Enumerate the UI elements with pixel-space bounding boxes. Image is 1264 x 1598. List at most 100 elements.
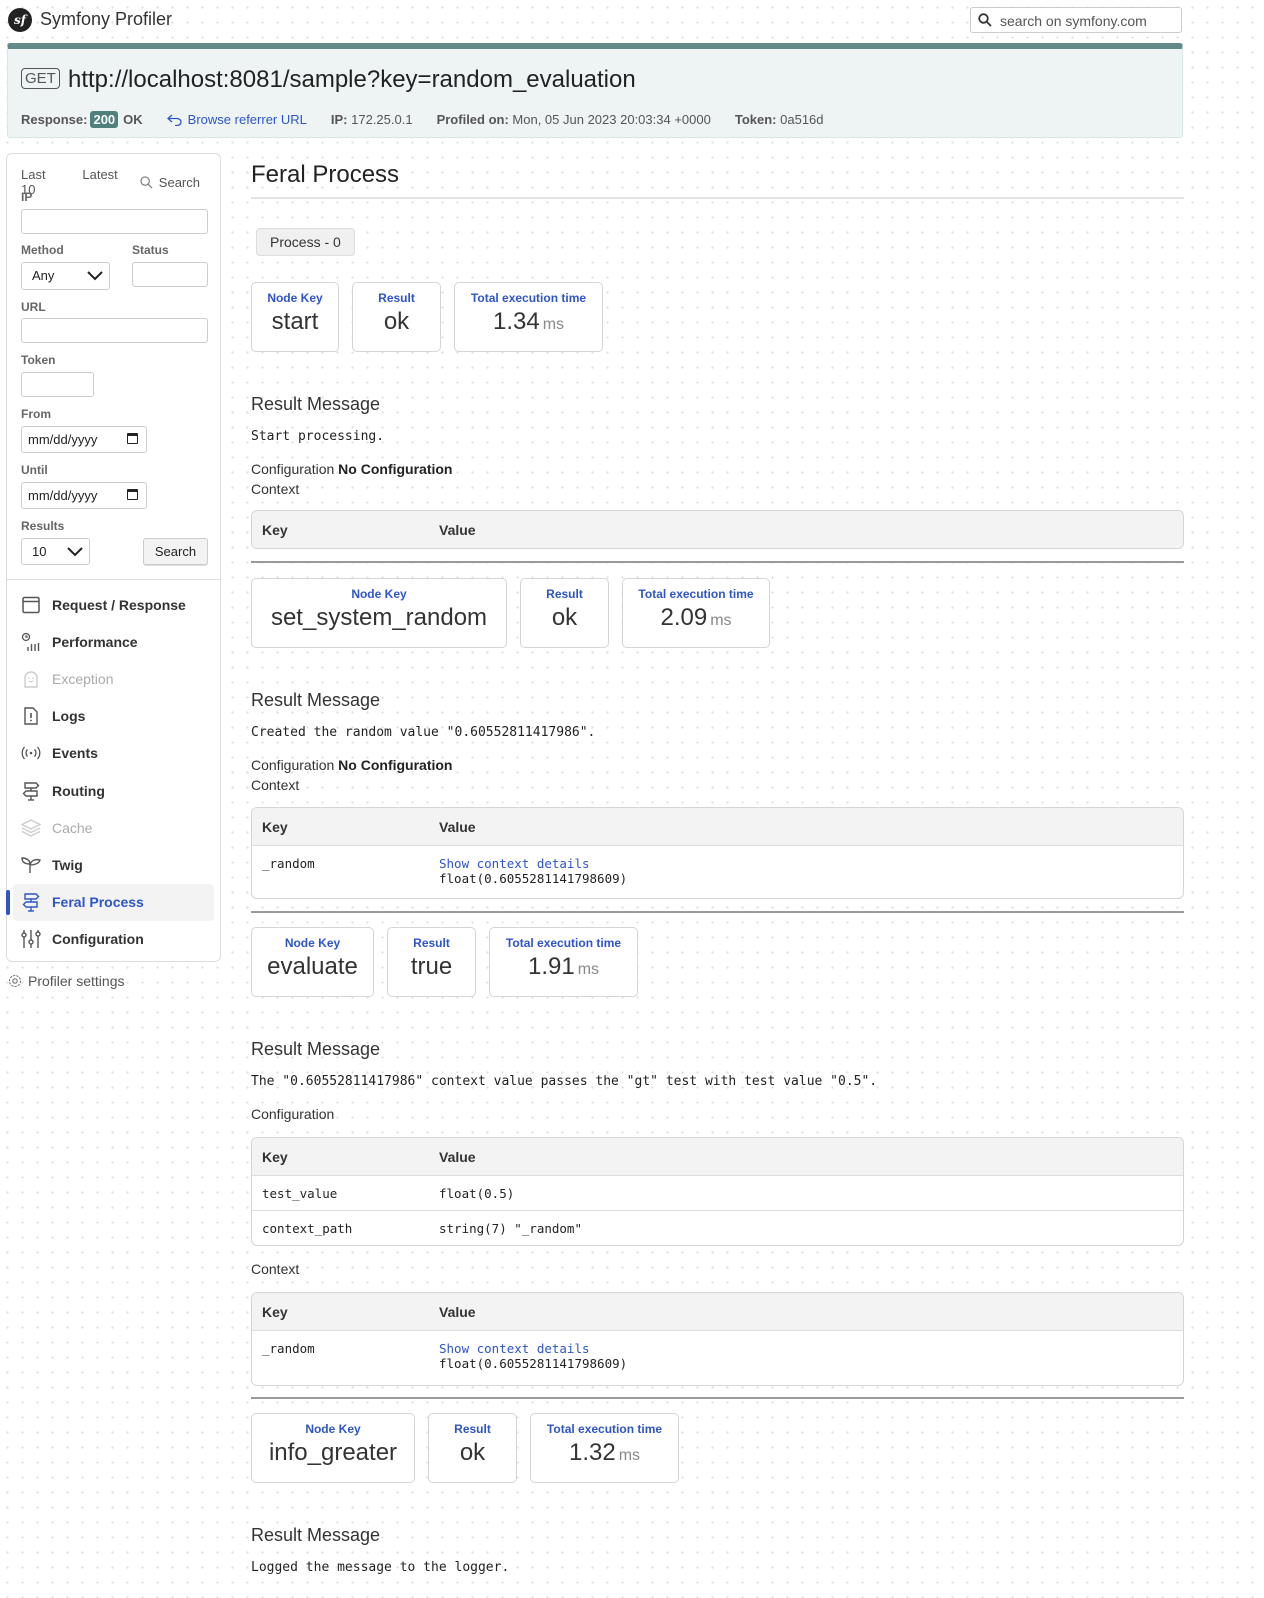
- value-column-header: Value: [439, 1148, 476, 1165]
- search-icon: [978, 13, 992, 27]
- exec-time-unit: ms: [577, 961, 600, 978]
- metric-label: Node Key: [351, 587, 407, 601]
- main-panel: Feral Process Process - 0: [251, 153, 1184, 256]
- token-filter-label: Token: [21, 353, 56, 367]
- metric-label: Node Key: [267, 291, 323, 305]
- menu-item-label: Events: [52, 745, 98, 762]
- status-code-badge: 200: [90, 111, 119, 128]
- request-response-icon: [21, 595, 41, 615]
- metric-label: Total execution time: [505, 936, 622, 950]
- method-select[interactable]: Any: [21, 262, 110, 290]
- status-text: OK: [123, 112, 143, 127]
- tab-latest[interactable]: Latest: [82, 167, 117, 197]
- node-section-evaluate: Node Key evaluate Result true Total exec…: [251, 927, 1184, 1399]
- panel-menu: Request / Response Performance Exception…: [6, 586, 220, 958]
- browse-referrer-label: Browse referrer URL: [187, 112, 307, 127]
- key-column-header: Key: [262, 818, 288, 835]
- menu-item-label: Configuration: [52, 931, 144, 948]
- table-row: _random Show context details float(0.605…: [252, 845, 1183, 898]
- menu-item-twig[interactable]: Twig: [7, 846, 220, 883]
- context-label: Context: [251, 1261, 300, 1277]
- context-table: Key Value _random Show context details fl…: [251, 807, 1184, 899]
- show-context-details-link[interactable]: Show context details: [439, 856, 1183, 871]
- exec-time-value: 1.32: [568, 1439, 616, 1466]
- menu-item-logs[interactable]: Logs: [7, 698, 220, 735]
- response-label: Response:: [21, 112, 88, 127]
- menu-item-exception[interactable]: Exception: [7, 660, 220, 697]
- ip-filter-input[interactable]: [21, 209, 208, 234]
- page-title: Feral Process: [251, 161, 1184, 199]
- context-key: _random: [262, 1341, 315, 1356]
- until-date-input[interactable]: mm/dd/yyyy: [21, 482, 147, 509]
- app-title[interactable]: Symfony Profiler: [40, 9, 172, 30]
- metric-value: true: [410, 953, 453, 980]
- node-separator: [251, 1397, 1184, 1399]
- metric-label: Total execution time: [546, 1422, 663, 1436]
- metric-result: Result ok: [520, 578, 609, 648]
- tab-search-label: Search: [158, 174, 200, 190]
- search-placeholder: search on symfony.com: [1000, 13, 1147, 29]
- profiler-settings-label: Profiler settings: [28, 973, 125, 989]
- config-value: string(7) "_random": [439, 1221, 582, 1236]
- menu-item-performance[interactable]: Performance: [7, 623, 220, 660]
- chevron-down-icon: [87, 271, 103, 281]
- events-icon: [21, 743, 41, 763]
- feral-process-icon: [21, 892, 41, 912]
- symfony-logo-icon[interactable]: sf: [8, 8, 32, 32]
- metric-node-key: Node Key start: [251, 282, 339, 352]
- sidebar-divider: [7, 579, 220, 580]
- exec-time-unit: ms: [618, 1447, 641, 1464]
- twig-icon: [21, 855, 41, 875]
- token-filter-input[interactable]: [21, 372, 94, 397]
- menu-item-label: Logs: [52, 708, 86, 725]
- method-badge: GET: [21, 68, 60, 89]
- ip-value: 172.25.0.1: [351, 112, 413, 127]
- from-date-input[interactable]: mm/dd/yyyy: [21, 426, 147, 453]
- menu-item-label: Routing: [52, 782, 105, 799]
- table-header: Key Value: [252, 511, 1183, 548]
- context-table: Key Value: [251, 510, 1184, 549]
- menu-item-events[interactable]: Events: [7, 735, 220, 772]
- results-select[interactable]: 10: [21, 538, 90, 565]
- tab-process-0[interactable]: Process - 0: [256, 228, 355, 256]
- method-filter-label: Method: [21, 243, 64, 257]
- profiler-settings-link[interactable]: Profiler settings: [8, 973, 124, 989]
- menu-item-label: Feral Process: [52, 894, 144, 911]
- url-filter-input[interactable]: [21, 318, 208, 343]
- table-row: _random Show context details float(0.605…: [252, 1330, 1183, 1385]
- from-filter-label: From: [21, 407, 51, 421]
- search-button[interactable]: Search: [143, 538, 208, 565]
- summary-meta: Response: 200 OK Browse referrer URL IP:…: [21, 111, 848, 128]
- calendar-icon[interactable]: [127, 433, 138, 444]
- key-column-header: Key: [262, 521, 288, 538]
- context-label: Context: [251, 481, 300, 497]
- table-header: Key Value: [252, 1293, 1183, 1330]
- menu-item-request-response[interactable]: Request / Response: [7, 586, 220, 623]
- symfony-search-input[interactable]: search on symfony.com: [970, 7, 1182, 33]
- metric-label: Node Key: [284, 936, 341, 950]
- calendar-icon[interactable]: [127, 489, 138, 500]
- metric-result: Result ok: [428, 1413, 517, 1483]
- status-filter-input[interactable]: [132, 262, 208, 287]
- token-info: Token: 0a516d: [735, 112, 824, 127]
- menu-item-configuration[interactable]: Configuration: [7, 921, 220, 958]
- context-label: Context: [251, 777, 300, 793]
- context-value: Show context details float(0.60552811417…: [439, 1341, 1183, 1371]
- ip-info: IP: 172.25.0.1: [331, 112, 413, 127]
- metric-label: Result: [454, 1422, 491, 1436]
- menu-item-label: Performance: [52, 633, 138, 650]
- config-key: test_value: [262, 1186, 338, 1201]
- node-metrics: Node Key start Result ok Total execution…: [251, 282, 1184, 352]
- menu-item-feral-process[interactable]: Feral Process: [6, 883, 220, 921]
- exec-time-unit: ms: [542, 316, 565, 333]
- show-context-details-link[interactable]: Show context details: [439, 1341, 1183, 1356]
- chevron-down-icon: [67, 547, 83, 557]
- menu-item-routing[interactable]: Routing: [7, 772, 220, 809]
- profiled-on-info: Profiled on: Mon, 05 Jun 2023 20:03:34 +…: [437, 112, 711, 127]
- tab-search[interactable]: Search: [140, 167, 220, 197]
- browse-referrer-link[interactable]: Browse referrer URL: [166, 112, 307, 127]
- response-status: Response: 200 OK: [21, 111, 143, 128]
- node-section-info-greater: Node Key info_greater Result ok Total ex…: [251, 1413, 1184, 1575]
- performance-icon: [21, 632, 41, 652]
- menu-item-cache[interactable]: Cache: [7, 809, 220, 846]
